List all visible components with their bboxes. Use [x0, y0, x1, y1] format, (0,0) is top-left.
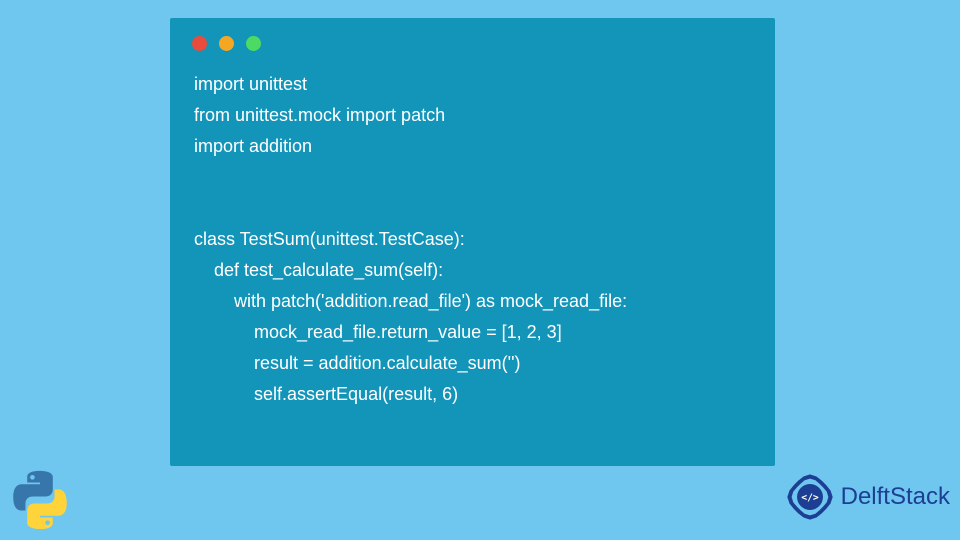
code-line: class TestSum(unittest.TestCase):	[194, 229, 465, 249]
code-line: mock_read_file.return_value = [1, 2, 3]	[194, 322, 562, 342]
code-line: with patch('addition.read_file') as mock…	[194, 291, 627, 311]
code-line: from unittest.mock import patch	[194, 105, 445, 125]
code-line: self.assertEqual(result, 6)	[194, 384, 458, 404]
close-icon	[192, 36, 207, 51]
minimize-icon	[219, 36, 234, 51]
code-line: import addition	[194, 136, 312, 156]
code-block: import unittest from unittest.mock impor…	[194, 69, 751, 409]
code-line: result = addition.calculate_sum('')	[194, 353, 521, 373]
code-line: def test_calculate_sum(self):	[194, 260, 443, 280]
code-line: import unittest	[194, 74, 307, 94]
python-logo-icon	[8, 468, 72, 532]
svg-text:</>: </>	[801, 492, 819, 503]
window-controls	[192, 36, 751, 51]
delftstack-icon: </>	[783, 470, 837, 524]
brand-logo: </> DelftStack	[783, 470, 950, 524]
code-window: import unittest from unittest.mock impor…	[170, 18, 775, 466]
maximize-icon	[246, 36, 261, 51]
brand-name: DelftStack	[841, 483, 950, 511]
